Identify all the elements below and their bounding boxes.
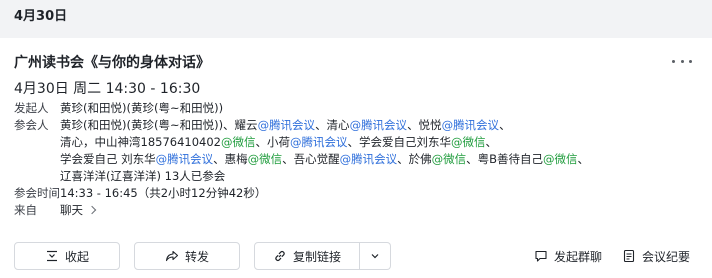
attendee-org-tag[interactable]: @微信 — [543, 152, 578, 166]
collapse-icon — [46, 250, 57, 262]
attendee-org-tag[interactable]: @微信 — [221, 135, 256, 149]
attendee-name: 、学会爱自己刘东华 — [347, 135, 451, 149]
attendee-name: 、小荷 — [255, 135, 290, 149]
minutes-button[interactable]: 会议纪要 — [622, 242, 690, 270]
attend-time-row: 参会时间 14:33 - 16:45（共2小时12分钟42秒） — [14, 185, 589, 202]
copy-link-label: 复制链接 — [292, 249, 341, 264]
minutes-label: 会议纪要 — [642, 249, 691, 264]
chat-icon — [535, 250, 547, 262]
forward-label: 转发 — [184, 249, 209, 264]
attendee-org-tag[interactable]: @腾讯会议 — [442, 118, 500, 132]
attendee-name: 、清心 — [315, 118, 350, 132]
meeting-title: 广州读书会《与你的身体对话》 — [14, 55, 210, 71]
organizer-name[interactable]: 黄珍(和田悦)(黄珍(粤~和田悦)) — [60, 100, 223, 117]
start-chat-label: 发起群聊 — [554, 249, 603, 264]
attendee-name: 黄珍(和田悦)(黄珍(粤~和田悦))、耀云 — [60, 118, 258, 132]
collapse-button[interactable]: 收起 — [14, 242, 120, 270]
attendee-name: 、 — [485, 135, 497, 149]
attendee-org-tag[interactable]: @腾讯会议 — [340, 152, 398, 166]
meeting-time: 4月30日 周二 14:30 - 16:30 — [14, 81, 201, 97]
start-chat-button[interactable]: 发起群聊 — [534, 242, 602, 270]
attendee-name: 学会爱自己 刘东华 — [60, 152, 156, 166]
attendee-org-tag[interactable]: @微信 — [451, 135, 486, 149]
more-icon[interactable] — [672, 54, 692, 68]
attendee-name: 、 — [577, 152, 590, 166]
attend-time-value: 14:33 - 16:45（共2小时12分钟42秒） — [60, 186, 267, 200]
attendee-name: 、於佛 — [397, 152, 432, 166]
meeting-card: 广州读书会《与你的身体对话》 4月30日 周二 14:30 - 16:30 发起… — [0, 38, 712, 278]
source-link[interactable]: 聊天 — [60, 202, 97, 219]
attendee-org-tag[interactable]: @微信 — [248, 152, 283, 166]
attendee-name: 清心，中山神湾18576410402 — [60, 135, 221, 149]
attendee-org-tag[interactable]: @腾讯会议 — [290, 135, 348, 149]
forward-button[interactable]: 转发 — [134, 242, 240, 270]
organizer-row: 发起人 黄珍(和田悦)(黄珍(粤~和田悦)) — [14, 100, 589, 117]
attendee-org-tag[interactable]: @微信 — [432, 152, 467, 166]
minutes-icon — [623, 249, 635, 263]
chevron-down-icon — [371, 254, 379, 259]
attendee-name: 、吾心觉醒 — [282, 152, 340, 166]
meeting-info: 发起人 黄珍(和田悦)(黄珍(粤~和田悦)) 参会人 黄珍(和田悦)(黄珍(粤~… — [14, 100, 589, 219]
source-row: 来自 聊天 — [14, 202, 589, 219]
attendee-line: 黄珍(和田悦)(黄珍(粤~和田悦))、耀云@腾讯会议、清心@腾讯会议、悦悦@腾讯… — [60, 117, 589, 134]
attendees-label: 参会人 — [14, 118, 49, 132]
attendee-name: 、惠梅 — [213, 152, 248, 166]
organizer-label: 发起人 — [14, 101, 49, 115]
attendee-line: 学会爱自己 刘东华@腾讯会议、惠梅@微信、吾心觉醒@腾讯会议、於佛@微信、粤B善… — [60, 151, 589, 168]
copy-link-dropdown[interactable] — [360, 242, 391, 270]
attendee-org-tag[interactable]: @腾讯会议 — [156, 152, 214, 166]
attendees-row: 参会人 黄珍(和田悦)(黄珍(粤~和田悦))、耀云@腾讯会议、清心@腾讯会议、悦… — [14, 117, 589, 185]
date-header: 4月30日 — [14, 9, 68, 24]
attendee-line: 清心，中山神湾18576410402@微信、小荷@腾讯会议、学会爱自己刘东华@微… — [60, 134, 589, 151]
copy-link-icon — [275, 251, 285, 261]
attendee-org-tag[interactable]: @腾讯会议 — [258, 118, 316, 132]
attendee-name: 、粤B善待自己 — [466, 152, 544, 166]
forward-icon — [165, 250, 179, 262]
source-label: 来自 — [14, 203, 37, 217]
attendee-org-tag[interactable]: @腾讯会议 — [350, 118, 408, 132]
attend-time-label: 参会时间 — [14, 186, 60, 200]
source-value: 聊天 — [60, 203, 83, 217]
collapse-label: 收起 — [64, 249, 89, 264]
attendee-name: 、 — [499, 118, 511, 132]
chevron-right-icon — [87, 205, 97, 215]
copy-link-button[interactable]: 复制链接 — [254, 242, 360, 270]
attendee-name: 辽喜洋洋(辽喜洋洋) 13人已参会 — [60, 169, 226, 183]
attendee-name: 、悦悦 — [407, 118, 442, 132]
attendees-list: 黄珍(和田悦)(黄珍(粤~和田悦))、耀云@腾讯会议、清心@腾讯会议、悦悦@腾讯… — [60, 117, 589, 185]
attendee-line: 辽喜洋洋(辽喜洋洋) 13人已参会 — [60, 168, 589, 185]
